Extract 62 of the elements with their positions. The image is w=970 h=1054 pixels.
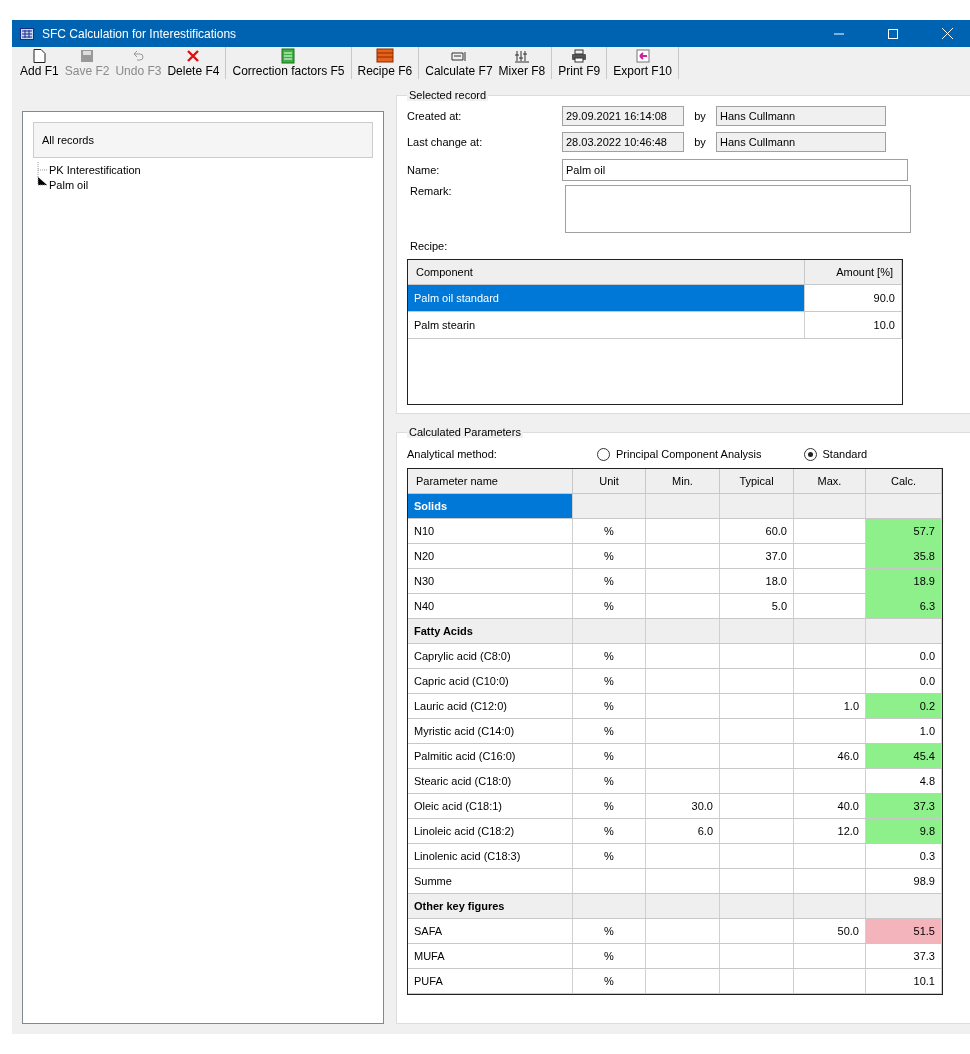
mixer-icon [513,48,530,63]
toolbar-button[interactable]: Calculate F7 [422,47,496,79]
table-cell: 51.5 [866,919,942,943]
field-label: by [693,136,707,148]
column-header[interactable]: Max. [794,469,866,493]
toolbar-button[interactable]: Export F10 [610,47,675,79]
toolbar-button[interactable]: Delete F4 [164,47,223,79]
toolbar-button[interactable]: Correction factors F5 [229,47,348,79]
table-cell[interactable]: Palm oil standard [408,285,805,311]
window-title: SFC Calculation for Interestifications [42,26,238,41]
column-header[interactable]: Unit [573,469,646,493]
section-cell[interactable]: Other key figures [408,894,573,918]
section-cell[interactable]: Solids [408,494,573,518]
delete-icon [186,48,201,63]
sheet-icon [281,48,296,63]
column-header[interactable]: Min. [646,469,720,493]
user-field: Hans Cullmann [716,132,886,152]
folder-icon [375,48,394,63]
user-field: Hans Cullmann [716,106,886,126]
remark-field[interactable] [565,185,911,233]
field-label: Remark: [409,185,453,197]
undo-icon [131,48,146,63]
group-title: Selected record [407,89,489,101]
export-icon [634,48,651,63]
table-cell: 37.3 [866,794,942,818]
field-label: Analytical method: [407,448,498,460]
section-cell[interactable]: Fatty Acids [408,619,573,643]
table-cell: 9.8 [866,819,942,843]
records-header: All records [33,122,373,158]
field-label: Name: [407,164,441,176]
toolbar-button[interactable]: Mixer F8 [495,47,549,79]
column-header[interactable]: Parameter name [408,469,573,493]
table-cell: 35.8 [866,544,942,568]
table-cell: 18.9 [866,569,942,593]
column-header[interactable]: Typical [720,469,794,493]
table-cell: 57.7 [866,519,942,543]
toolbar-button[interactable]: Print F9 [555,47,604,79]
table-cell: 45.4 [866,744,942,768]
date-field: 29.09.2021 16:14:08 [562,106,684,126]
table-cell: 6.3 [866,594,942,618]
column-header[interactable]: Amount [%] [805,260,902,284]
column-header[interactable]: Calc. [866,469,942,493]
column-header[interactable]: Component [408,260,805,284]
field-label: Created at: [407,110,463,122]
group-title: Calculated Parameters [407,426,523,438]
tree-item[interactable]: PK Interestification [47,163,143,176]
radio-option[interactable]: Principal Component Analysis [597,447,762,461]
toolbar-button[interactable]: Recipe F6 [354,47,416,79]
tree-item[interactable]: Palm oil [47,178,91,191]
radio-option[interactable]: Standard [803,447,868,461]
minimize-icon [834,32,844,35]
toolbar-button[interactable]: Add F1 [17,47,62,79]
table-cell: 0.2 [866,694,942,718]
app-icon [20,27,34,40]
field-label: Recipe: [409,240,449,252]
new-file-icon [32,48,46,63]
maximize-icon [888,28,898,39]
field-label: Last change at: [407,136,484,148]
field-label: by [693,110,707,122]
name-field[interactable]: Palm oil [562,159,908,181]
date-field: 28.03.2022 10:46:48 [562,132,684,152]
close-icon [941,28,953,39]
